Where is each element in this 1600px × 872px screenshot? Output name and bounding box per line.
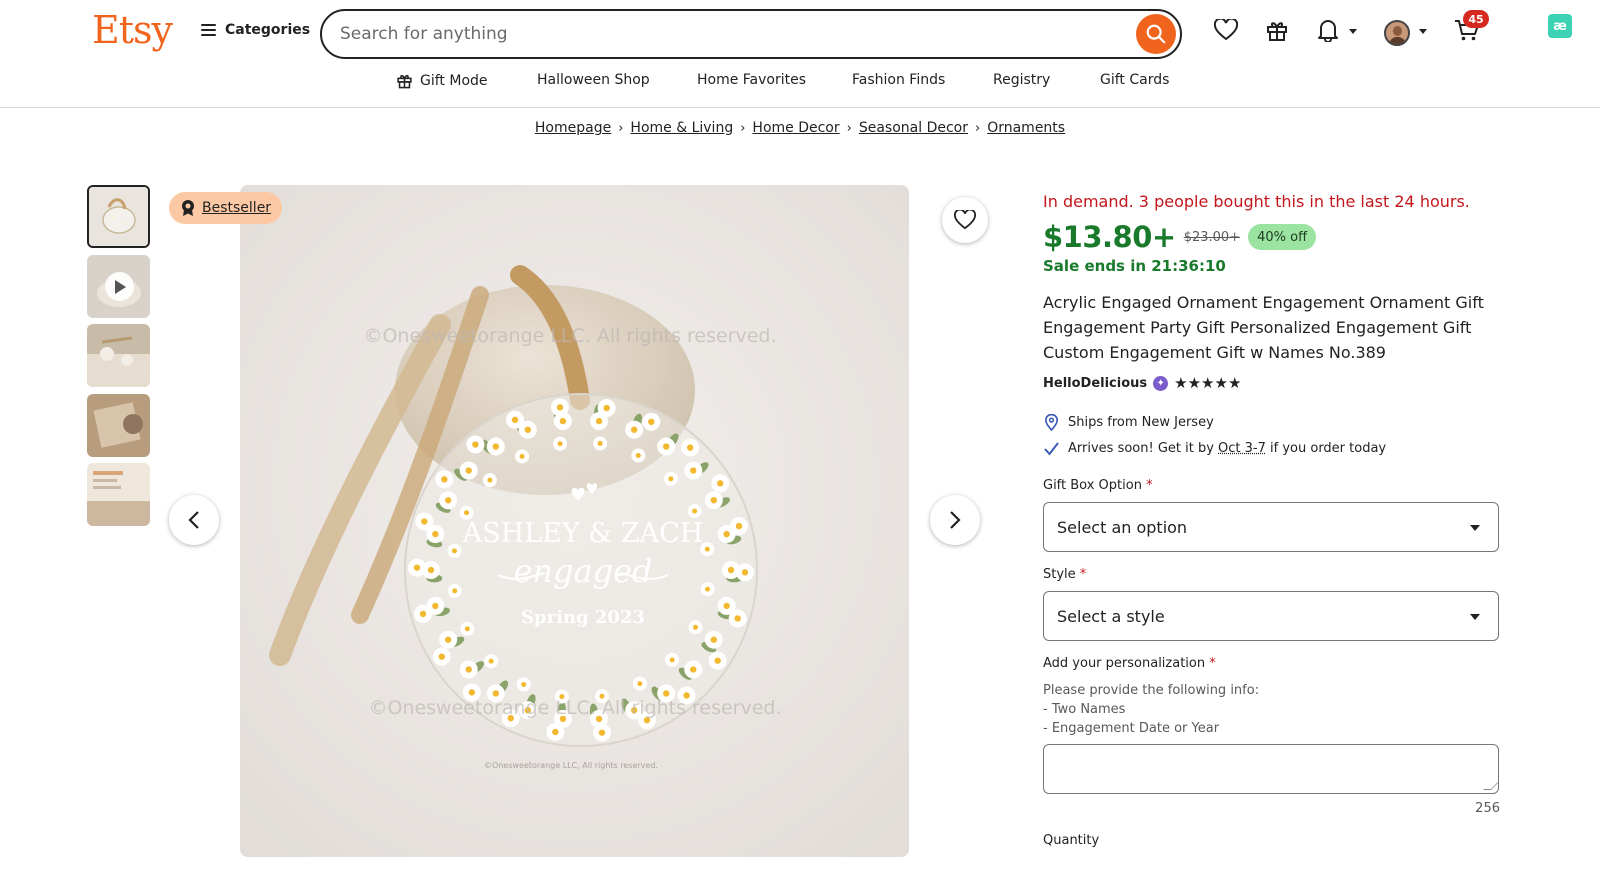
nav-home-favorites[interactable]: Home Favorites — [697, 72, 806, 88]
nav-registry[interactable]: Registry — [993, 72, 1050, 88]
delivery-estimate: Arrives soon! Get it by Oct 3-7 if you o… — [1043, 440, 1386, 457]
search-input[interactable] — [340, 11, 1120, 57]
sale-price: $13.80+ — [1043, 220, 1176, 254]
original-price: $23.00+ — [1183, 229, 1241, 245]
arrives-prefix: Arrives soon! Get it by — [1068, 441, 1219, 456]
category-nav: Gift Mode Halloween Shop Home Favorites … — [0, 72, 1600, 94]
ornament-script: engaged — [513, 552, 652, 590]
ships-from: Ships from New Jersey — [1043, 414, 1214, 431]
chevron-right-icon — [950, 511, 961, 529]
chevron-down-icon[interactable] — [1349, 29, 1357, 34]
ships-from-text: Ships from New Jersey — [1068, 415, 1214, 430]
personalization-textarea[interactable] — [1043, 744, 1499, 794]
gift-box-select-value: Select an option — [1057, 517, 1188, 537]
chevron-right-icon: › — [846, 120, 852, 136]
favorites-button[interactable] — [1212, 16, 1240, 44]
gift-icon — [1267, 22, 1287, 41]
character-counter: 256 — [1475, 801, 1500, 816]
breadcrumb-ornaments[interactable]: Ornaments — [987, 120, 1065, 136]
gift-box-label: Gift Box Option * — [1043, 478, 1153, 493]
product-title: Acrylic Engaged Ornament Engagement Orna… — [1043, 293, 1484, 362]
image-watermark: ©Onesweetorange LLC. All rights reserved… — [363, 325, 776, 347]
categories-label: Categories — [225, 22, 311, 38]
gallery-thumbnail-video[interactable] — [87, 255, 150, 318]
chevron-down-icon — [1470, 614, 1480, 620]
price-row: $13.80+ $23.00+ 40% off — [1043, 220, 1317, 254]
breadcrumb-home-decor[interactable]: Home Decor — [752, 120, 839, 136]
breadcrumb-home-living[interactable]: Home & Living — [630, 120, 733, 136]
ornament-season: Spring 2023 — [521, 607, 645, 628]
gallery-thumbnail[interactable] — [87, 463, 150, 526]
bestseller-label: Bestseller — [202, 200, 272, 216]
discount-badge: 40% off — [1248, 224, 1317, 250]
arrives-suffix: if you order today — [1265, 441, 1387, 456]
gallery-thumbnail[interactable] — [87, 394, 150, 457]
gallery-thumbnail[interactable] — [87, 185, 150, 248]
heart-icon — [1214, 19, 1238, 41]
etsy-logo[interactable]: Etsy — [92, 8, 173, 52]
chevron-right-icon: › — [618, 120, 624, 136]
nav-halloween-shop[interactable]: Halloween Shop — [537, 72, 650, 88]
favorite-button[interactable] — [942, 197, 988, 243]
checkmark-icon — [1044, 442, 1059, 456]
search-button[interactable] — [1136, 14, 1176, 54]
sale-countdown: Sale ends in 21:36:10 — [1043, 257, 1226, 275]
ornament-names: ASHLEY & ZACH — [462, 518, 704, 549]
search-icon — [1146, 24, 1166, 44]
delivery-dates[interactable]: Oct 3-7 — [1218, 441, 1266, 456]
search-bar — [320, 9, 1182, 59]
gift-box-select[interactable]: Select an option — [1043, 502, 1499, 552]
image-watermark: ©Onesweetorange LLC. All rights reserved… — [368, 697, 781, 719]
notifications-button[interactable] — [1314, 16, 1342, 44]
nav-gift-mode-label: Gift Mode — [420, 72, 488, 89]
product-image[interactable]: ASHLEY & ZACH engaged Spring 2023 ©Onesw… — [240, 185, 909, 857]
rating-stars[interactable]: ★★★★★ — [1174, 374, 1241, 392]
image-footer-credit: ©Onesweetorange LLC, All rights reserved… — [484, 761, 658, 770]
heart-icon — [954, 210, 976, 230]
gallery-thumbnail[interactable] — [87, 324, 150, 387]
previous-image-button[interactable] — [169, 495, 219, 545]
nav-gift-mode[interactable]: Gift Mode — [396, 72, 488, 89]
play-icon — [105, 272, 134, 301]
nav-fashion-finds[interactable]: Fashion Finds — [852, 72, 945, 88]
location-pin-icon — [1044, 414, 1059, 431]
personalization-label: Add your personalization * — [1043, 656, 1216, 671]
breadcrumb-seasonal-decor[interactable]: Seasonal Decor — [859, 120, 968, 136]
chevron-down-icon[interactable] — [1419, 29, 1427, 34]
demand-notice: In demand. 3 people bought this in the l… — [1043, 192, 1470, 211]
breadcrumb: Homepage › Home & Living › Home Decor › … — [0, 120, 1600, 136]
site-header: Etsy Categories 45 æ Gift Mode Halloween… — [0, 0, 1600, 108]
bestseller-badge[interactable]: Bestseller — [169, 192, 283, 224]
chevron-right-icon: › — [740, 120, 746, 136]
avatar[interactable] — [1384, 20, 1410, 46]
nav-gift-cards[interactable]: Gift Cards — [1100, 72, 1169, 88]
chevron-down-icon — [1470, 525, 1480, 531]
menu-icon — [201, 24, 216, 36]
gift-guide-button[interactable] — [1263, 16, 1291, 44]
chevron-right-icon: › — [975, 120, 981, 136]
shop-name-link[interactable]: HelloDelicious — [1043, 376, 1147, 391]
shop-info: HelloDelicious ✦ ★★★★★ — [1043, 374, 1241, 392]
quantity-label: Quantity — [1043, 833, 1100, 848]
chevron-left-icon — [188, 511, 199, 529]
resize-handle-icon[interactable] — [1483, 782, 1499, 790]
breadcrumb-homepage[interactable]: Homepage — [535, 120, 611, 136]
style-select[interactable]: Select a style — [1043, 591, 1499, 641]
personalization-instructions: Please provide the following info: - Two… — [1043, 683, 1260, 736]
star-seller-icon: ✦ — [1153, 375, 1169, 391]
extension-icon[interactable]: æ — [1548, 14, 1572, 38]
bell-icon — [1318, 20, 1338, 42]
style-select-value: Select a style — [1057, 606, 1165, 626]
style-label: Style * — [1043, 567, 1087, 582]
cart-count-badge: 45 — [1463, 10, 1489, 28]
categories-button[interactable]: Categories — [201, 22, 310, 38]
next-image-button[interactable] — [930, 495, 980, 545]
gift-icon — [397, 74, 412, 89]
award-icon — [182, 200, 194, 216]
